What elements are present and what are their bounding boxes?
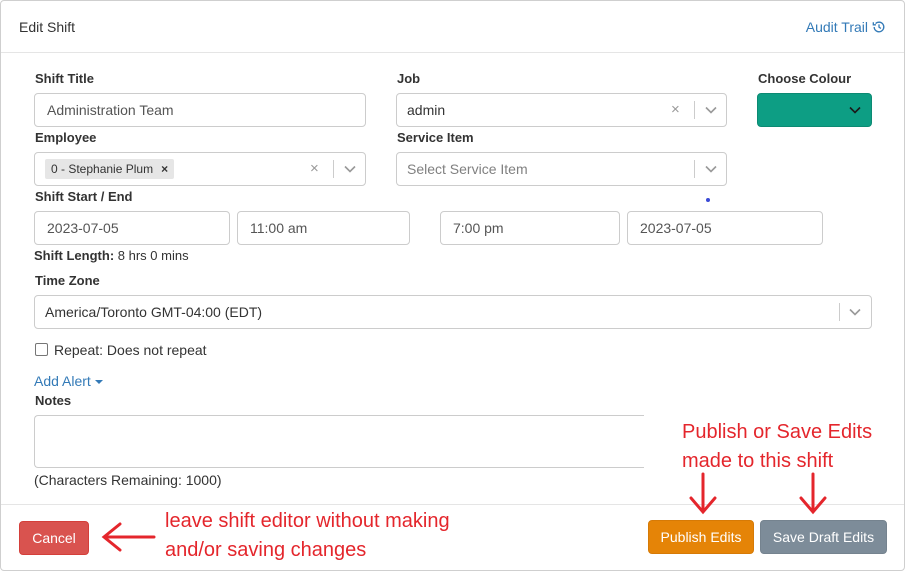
add-alert-dropdown[interactable]: Add Alert: [34, 373, 103, 389]
job-value: admin: [407, 102, 446, 118]
colour-picker[interactable]: [757, 93, 872, 127]
add-alert-label: Add Alert: [34, 373, 91, 389]
save-draft-edits-button[interactable]: Save Draft Edits: [760, 520, 887, 554]
edit-shift-modal: Edit Shift Audit Trail Shift Title Admin…: [0, 0, 905, 571]
service-item-label: Service Item: [397, 130, 474, 145]
chevron-down-icon[interactable]: [704, 104, 718, 116]
start-date-input[interactable]: 2023-07-05: [34, 211, 230, 245]
choose-colour-label: Choose Colour: [758, 71, 852, 86]
shift-title-label: Shift Title: [35, 71, 94, 86]
time-zone-value: America/Toronto GMT-04:00 (EDT): [45, 304, 263, 320]
end-time-input[interactable]: 7:00 pm: [440, 211, 620, 245]
employee-clear-icon[interactable]: ×: [310, 161, 319, 177]
chars-remaining: (Characters Remaining: 1000): [34, 472, 222, 488]
annotation-left-line1: leave shift editor without making: [165, 510, 450, 532]
modal-title: Edit Shift: [19, 19, 76, 35]
annotation-right-line1: Publish or Save Edits: [682, 421, 873, 443]
job-clear-icon[interactable]: ×: [671, 102, 680, 118]
end-date-input[interactable]: 2023-07-05: [627, 211, 823, 245]
time-zone-label: Time Zone: [35, 273, 100, 288]
chip-remove-icon[interactable]: ×: [161, 159, 168, 179]
job-label: Job: [397, 71, 421, 86]
employee-separator: [333, 160, 334, 178]
employee-select[interactable]: 0 - Stephanie Plum × ×: [34, 152, 366, 186]
start-time-input[interactable]: 11:00 am: [237, 211, 410, 245]
repeat-checkbox[interactable]: [35, 343, 48, 356]
notes-textarea[interactable]: [34, 415, 644, 468]
service-item-separator: [694, 160, 695, 178]
notes-label: Notes: [35, 393, 72, 408]
time-zone-separator: [839, 303, 840, 321]
indicator-dot: [706, 198, 710, 202]
repeat-label: Repeat: Does not repeat: [54, 342, 207, 358]
chevron-down-icon[interactable]: [343, 163, 357, 175]
cancel-button[interactable]: Cancel: [19, 521, 89, 555]
shift-start-end-label: Shift Start / End: [35, 189, 133, 204]
chevron-down-icon[interactable]: [848, 306, 862, 318]
annotation-left-line2: and/or saving changes: [165, 539, 367, 561]
job-separator: [694, 101, 695, 119]
history-icon: [872, 21, 885, 33]
job-select[interactable]: admin ×: [396, 93, 727, 127]
publish-edits-button[interactable]: Publish Edits: [648, 520, 754, 554]
annotation-publish-save: Publish or Save Edits made to this shift: [682, 418, 897, 476]
service-item-select[interactable]: Select Service Item: [396, 152, 727, 186]
shift-length: Shift Length: 8 hrs 0 mins: [34, 248, 189, 263]
chevron-down-icon[interactable]: [704, 163, 718, 175]
annotation-cancel: leave shift editor without making and/or…: [165, 507, 495, 565]
shift-title-input[interactable]: Administration Team: [34, 93, 366, 127]
footer-divider: [1, 504, 904, 505]
audit-trail-label: Audit Trail: [805, 19, 868, 35]
time-zone-select[interactable]: America/Toronto GMT-04:00 (EDT): [34, 295, 872, 329]
annotation-right-line2: made to this shift: [682, 450, 834, 472]
modal-header: Edit Shift Audit Trail: [1, 1, 904, 53]
chevron-down-icon: [849, 106, 861, 114]
employee-chip: 0 - Stephanie Plum ×: [45, 159, 175, 179]
audit-trail-link[interactable]: Audit Trail: [806, 19, 886, 35]
shift-length-label: Shift Length:: [34, 248, 115, 263]
employee-chip-label: 0 - Stephanie Plum: [51, 162, 154, 176]
shift-length-value: 8 hrs 0 mins: [117, 248, 189, 263]
employee-label: Employee: [35, 130, 97, 145]
caret-down-icon: [94, 380, 103, 384]
service-item-placeholder: Select Service Item: [407, 161, 528, 177]
